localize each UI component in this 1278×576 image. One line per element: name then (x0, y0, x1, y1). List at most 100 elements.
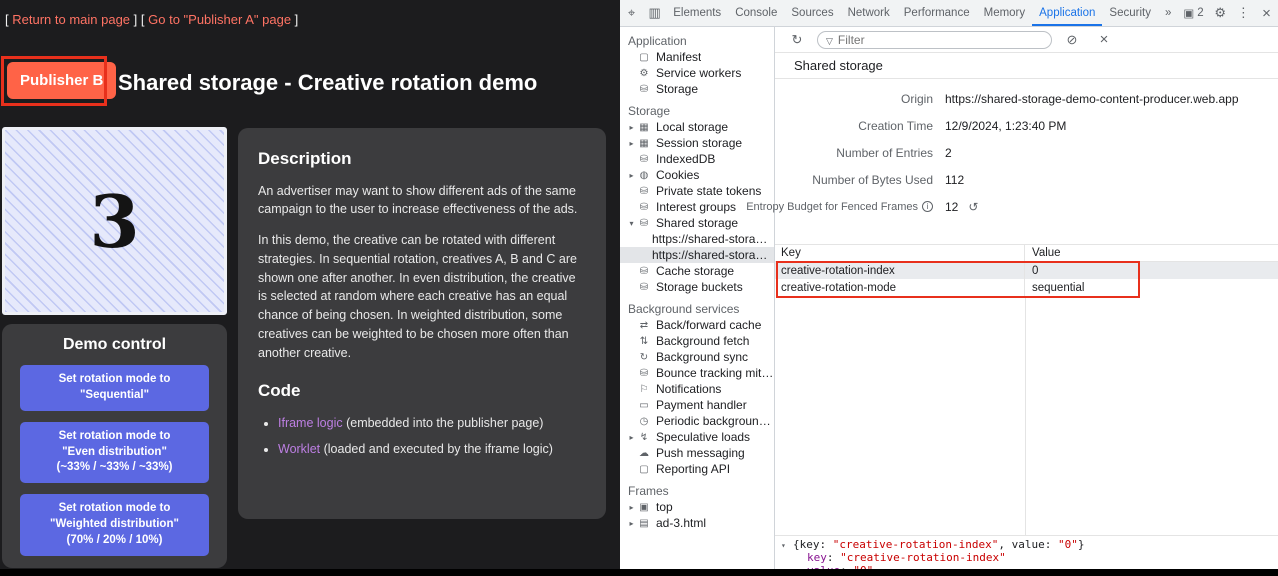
tab-sources[interactable]: Sources (784, 0, 840, 26)
code-list-item: Worklet (loaded and executed by the ifra… (278, 440, 586, 459)
field-row-creation-time: Creation Time 12/9/2024, 1:23:40 PM (775, 112, 1278, 139)
menu-kebab-icon[interactable] (1232, 0, 1255, 26)
code-heading: Code (258, 378, 586, 404)
delete-selected-icon[interactable] (1092, 31, 1116, 48)
sidebar-item-shared-storage[interactable]: Shared storage (620, 215, 774, 231)
cookie-icon (637, 170, 651, 181)
sidebar-item-label: Session storage (656, 136, 742, 150)
sidebar-item-speculative-loads[interactable]: Speculative loads (620, 429, 774, 445)
devtools-panel: Elements Console Sources Network Perform… (620, 0, 1278, 576)
expander-icon[interactable] (626, 519, 637, 528)
report-title: Shared storage (775, 53, 1278, 79)
sidebar-item-periodic-background-sync[interactable]: Periodic background s… (620, 413, 774, 429)
sidebar-section: Storage Local storage Session storage In… (620, 103, 774, 295)
console-messages-badge[interactable]: 2 (1178, 0, 1208, 26)
set-sequential-button[interactable]: Set rotation mode to "Sequential" (20, 365, 209, 411)
sidebar-item-cache-storage[interactable]: Cache storage (620, 263, 774, 279)
sidebar-item-bounce-tracking-mitigations[interactable]: Bounce tracking mitiga… (620, 365, 774, 381)
bracket: ] (130, 12, 137, 27)
tab-network[interactable]: Network (841, 0, 897, 26)
sidebar-item-local-storage[interactable]: Local storage (620, 119, 774, 135)
button-line: Set rotation mode to (26, 501, 203, 517)
filter-input[interactable] (838, 33, 1043, 47)
sidebar-item-manifest[interactable]: Manifest (620, 49, 774, 65)
sidebar-item-storage[interactable]: Storage (620, 81, 774, 97)
publisher-a-page-link[interactable]: Go to "Publisher A" page (148, 12, 291, 27)
expander-icon[interactable] (626, 433, 637, 442)
iframe-logic-link[interactable]: Iframe logic (278, 416, 343, 430)
sidebar-item-background-sync[interactable]: Background sync (620, 349, 774, 365)
return-main-page-link[interactable]: Return to main page (12, 12, 130, 27)
sidebar-item-frame-top[interactable]: top (620, 499, 774, 515)
info-icon[interactable] (922, 201, 933, 212)
button-line: Set rotation mode to (26, 429, 203, 445)
more-tabs-icon[interactable]: » (1158, 0, 1178, 26)
button-line: (~33% / ~33% / ~33%) (26, 460, 203, 476)
field-label: Origin (901, 92, 933, 106)
expander-icon[interactable] (626, 503, 637, 512)
sidebar-item-label: Notifications (656, 382, 721, 396)
sidebar-item-reporting-api[interactable]: Reporting API (620, 461, 774, 477)
tab-security[interactable]: Security (1102, 0, 1158, 26)
settings-icon[interactable] (1209, 0, 1232, 26)
annotation-box-publisher (1, 56, 107, 106)
expander-icon[interactable] (626, 139, 637, 148)
field-label: Creation Time (858, 119, 933, 133)
sidebar-item-storage-buckets[interactable]: Storage buckets (620, 279, 774, 295)
tab-elements[interactable]: Elements (666, 0, 728, 26)
database-icon (637, 84, 651, 95)
database-icon (637, 186, 651, 197)
refresh-icon[interactable] (785, 32, 809, 48)
tab-application[interactable]: Application (1032, 0, 1102, 26)
column-header-key[interactable]: Key (775, 245, 1025, 261)
close-devtools-icon[interactable] (1255, 0, 1278, 26)
expander-icon[interactable] (626, 219, 637, 228)
page-icon (637, 518, 651, 529)
sidebar-item-label: Manifest (656, 50, 701, 64)
sidebar-item-frame-ad-3[interactable]: ad-3.html (620, 515, 774, 531)
ad-creative-frame[interactable]: 3 (2, 127, 227, 315)
sidebar-section: Frames top ad-3.html (620, 483, 774, 531)
property-name: key (807, 551, 827, 564)
inspect-icon[interactable] (620, 0, 643, 26)
sidebar-item-label: ad-3.html (656, 516, 706, 530)
reset-budget-icon[interactable] (968, 200, 978, 214)
sidebar-item-notifications[interactable]: Notifications (620, 381, 774, 397)
device-toolbar-icon[interactable] (643, 0, 666, 26)
expander-icon[interactable] (781, 539, 793, 552)
sidebar-item-payment-handler[interactable]: Payment handler (620, 397, 774, 413)
fetch-icon (637, 336, 651, 347)
sidebar-item-shared-storage-origin-2[interactable]: https://shared-storage-d… (620, 247, 774, 263)
tab-performance[interactable]: Performance (897, 0, 977, 26)
sidebar-item-push-messaging[interactable]: Push messaging (620, 445, 774, 461)
set-even-distribution-button[interactable]: Set rotation mode to "Even distribution"… (20, 422, 209, 484)
sidebar-item-label: Cookies (656, 168, 699, 182)
sidebar-item-session-storage[interactable]: Session storage (620, 135, 774, 151)
metadata-fields: Origin https://shared-storage-demo-conte… (775, 79, 1278, 244)
set-weighted-distribution-button[interactable]: Set rotation mode to "Weighted distribut… (20, 494, 209, 556)
tab-memory[interactable]: Memory (977, 0, 1033, 26)
sidebar-item-shared-storage-origin-1[interactable]: https://shared-storage-d… (620, 231, 774, 247)
annotation-box-grid-rows (776, 261, 1140, 298)
column-header-value[interactable]: Value (1025, 247, 1278, 259)
sidebar-item-indexeddb[interactable]: IndexedDB (620, 151, 774, 167)
sidebar-item-cookies[interactable]: Cookies (620, 167, 774, 183)
sidebar-item-service-workers[interactable]: Service workers (620, 65, 774, 81)
expander-icon[interactable] (626, 123, 637, 132)
sidebar-item-label: Storage buckets (656, 280, 743, 294)
worklet-link[interactable]: Worklet (278, 442, 320, 456)
sidebar-item-back-forward-cache[interactable]: Back/forward cache (620, 317, 774, 333)
field-label: Number of Entries (836, 146, 933, 160)
tab-console[interactable]: Console (728, 0, 784, 26)
sync-icon (637, 352, 651, 363)
sidebar-item-background-fetch[interactable]: Background fetch (620, 333, 774, 349)
clear-all-icon[interactable] (1060, 32, 1084, 48)
filter-box[interactable] (817, 31, 1052, 49)
expander-icon[interactable] (626, 171, 637, 180)
shared-storage-grid: Key Value creative-rotation-index 0 crea… (775, 244, 1278, 535)
storage-toolbar (775, 27, 1278, 53)
document-icon (637, 464, 651, 475)
sidebar-item-private-state-tokens[interactable]: Private state tokens (620, 183, 774, 199)
filter-icon (826, 33, 833, 47)
frame-icon (637, 502, 651, 513)
